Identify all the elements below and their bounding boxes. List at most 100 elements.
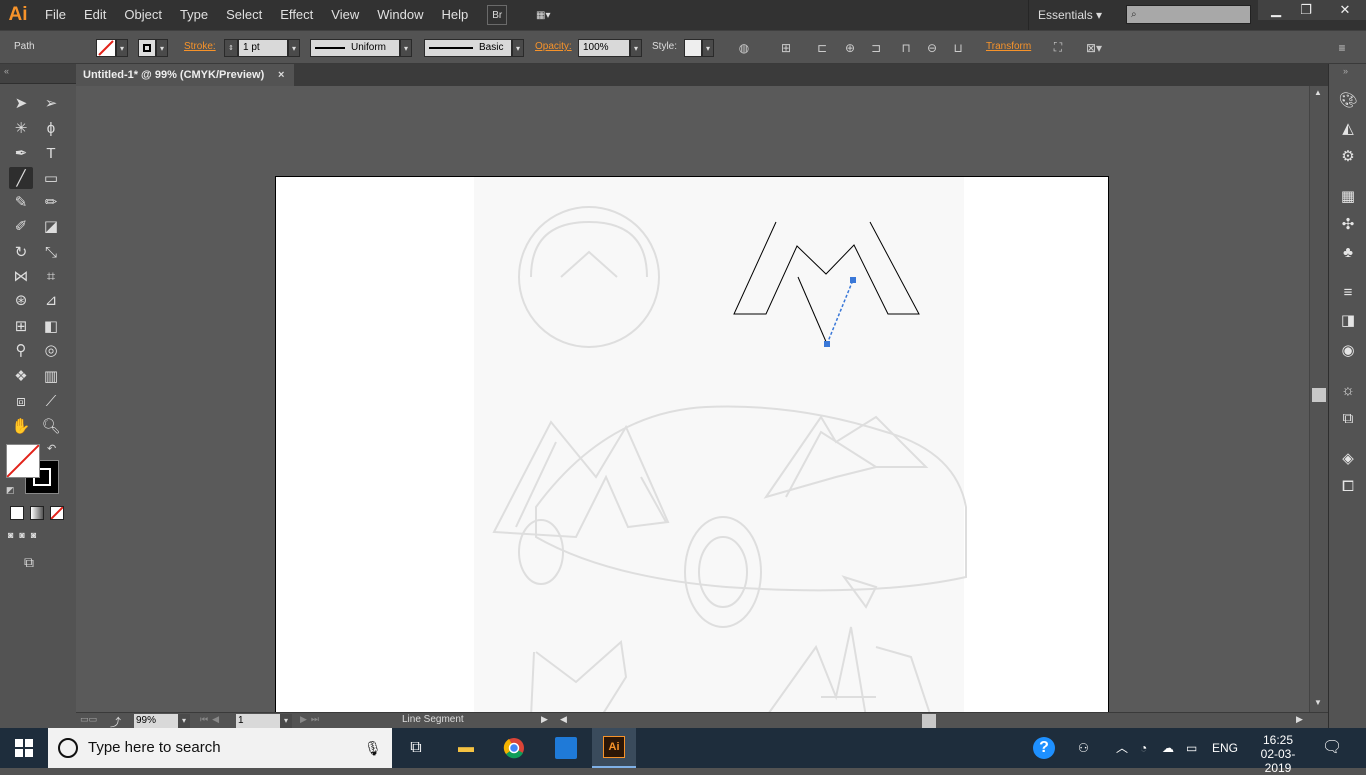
stroke-weight-stepper[interactable]: ⇕ bbox=[224, 39, 238, 57]
scroll-right-icon[interactable]: ▶ bbox=[1296, 714, 1303, 725]
hand-tool-icon[interactable]: ✋ bbox=[9, 415, 33, 437]
menu-type[interactable]: Type bbox=[171, 0, 217, 30]
appearance-icon[interactable]: ☼ bbox=[1338, 380, 1358, 400]
symbol-sprayer-tool-icon[interactable]: ❖ bbox=[9, 365, 33, 387]
taskbar-search-box[interactable]: Type here to search 🎙︎ bbox=[48, 728, 392, 768]
brushes-icon[interactable]: ✣ bbox=[1338, 214, 1358, 234]
brush-dropdown[interactable]: ▾ bbox=[512, 39, 524, 57]
menu-object[interactable]: Object bbox=[115, 0, 171, 30]
pen-tool-icon[interactable]: ✒ bbox=[9, 142, 33, 164]
pencil-tool-icon[interactable]: ✏ bbox=[39, 191, 63, 213]
artboard[interactable] bbox=[275, 176, 1109, 712]
scroll-left-icon[interactable]: ◀ bbox=[560, 714, 567, 725]
canvas[interactable] bbox=[76, 86, 1309, 712]
menu-select[interactable]: Select bbox=[217, 0, 271, 30]
perspective-grid-tool-icon[interactable]: ⊿ bbox=[39, 289, 63, 311]
horizontal-scroll-thumb[interactable] bbox=[922, 714, 936, 728]
align-vertical-center-icon[interactable]: ⊖ bbox=[924, 39, 940, 56]
opacity-field[interactable]: 100% bbox=[578, 39, 630, 57]
none-mode-button[interactable] bbox=[50, 506, 64, 520]
transform-link[interactable]: Transform bbox=[986, 41, 1031, 52]
zoom-field[interactable]: 99% bbox=[134, 714, 178, 728]
file-explorer-icon[interactable]: ▬ bbox=[450, 732, 482, 764]
color-guide-icon[interactable]: 🎨︎ bbox=[1338, 90, 1358, 110]
stroke-weight-field[interactable]: 1 pt bbox=[238, 39, 288, 57]
arrange-documents-icon[interactable]: ▦▾ bbox=[529, 5, 557, 25]
menu-edit[interactable]: Edit bbox=[75, 0, 115, 30]
selection-tool-icon[interactable]: ➤ bbox=[9, 92, 33, 114]
eyedropper-tool-icon[interactable]: ⚲ bbox=[9, 339, 33, 361]
recolor-artwork-icon[interactable]: ◍ bbox=[736, 39, 752, 56]
task-view-icon[interactable]: ⧉ bbox=[400, 732, 432, 764]
screen-mode-icon[interactable]: ⧉ bbox=[24, 554, 34, 571]
swatches-icon[interactable]: ▦ bbox=[1338, 186, 1358, 206]
collapse-icon[interactable]: « bbox=[4, 66, 9, 76]
swap-fill-stroke-icon[interactable]: ↶ bbox=[47, 442, 56, 455]
column-graph-tool-icon[interactable]: ▥ bbox=[39, 365, 63, 387]
menu-help[interactable]: Help bbox=[432, 0, 477, 30]
zoom-dropdown[interactable]: ▾ bbox=[178, 714, 190, 728]
brush-definition[interactable]: Basic bbox=[424, 39, 512, 57]
layers-icon[interactable]: ◈ bbox=[1338, 448, 1358, 468]
align-left-icon[interactable]: ⊏ bbox=[814, 39, 830, 56]
gradient-mode-button[interactable] bbox=[30, 506, 44, 520]
align-horizontal-center-icon[interactable]: ⊕ bbox=[842, 39, 858, 56]
align-to-icon[interactable]: ⊞ bbox=[778, 39, 794, 56]
artboard-number-field[interactable]: 1 bbox=[236, 714, 280, 728]
default-colors-icon[interactable]: ◩ bbox=[6, 485, 15, 496]
tab-document[interactable]: Untitled-1* @ 99% (CMYK/Preview) × bbox=[76, 64, 294, 86]
drawing-modes-icon[interactable]: ◙◙◙ bbox=[8, 530, 68, 544]
show-hidden-icons[interactable]: ︿ bbox=[1116, 728, 1128, 768]
bridge-button[interactable]: Br bbox=[487, 5, 508, 25]
menu-view[interactable]: View bbox=[322, 0, 368, 30]
windows-start-icon[interactable] bbox=[8, 732, 40, 764]
zoom-tool-icon[interactable]: 🔍︎ bbox=[39, 415, 63, 437]
gpu-icon[interactable]: ▭▭ bbox=[80, 714, 97, 725]
direct-selection-tool-icon[interactable]: ➢ bbox=[39, 92, 63, 114]
notifications-icon[interactable]: 🗨︎ bbox=[1322, 728, 1342, 768]
opacity-label[interactable]: Opacity: bbox=[535, 41, 572, 52]
close-tab-icon[interactable]: × bbox=[278, 64, 284, 86]
scroll-down-icon[interactable]: ▼ bbox=[1314, 698, 1322, 707]
people-icon[interactable]: ⚇ bbox=[1078, 728, 1089, 768]
microphone-icon[interactable]: 🎙︎ bbox=[364, 728, 382, 768]
language-indicator[interactable]: ENG bbox=[1212, 728, 1238, 768]
vertical-scroll-thumb[interactable] bbox=[1312, 388, 1326, 402]
blob-brush-tool-icon[interactable]: ✐ bbox=[9, 215, 33, 237]
battery-icon[interactable]: ▭ bbox=[1186, 728, 1197, 768]
fill-swatch[interactable] bbox=[96, 39, 116, 57]
fill-dropdown[interactable]: ▾ bbox=[116, 39, 128, 57]
chrome-icon[interactable] bbox=[498, 732, 530, 764]
fill-color-swatch[interactable] bbox=[6, 444, 40, 478]
stroke-panel-icon[interactable]: ≡ bbox=[1338, 282, 1358, 302]
clock[interactable]: 16:25 02-03-2019 bbox=[1250, 728, 1306, 775]
free-transform-tool-icon[interactable]: ⌗ bbox=[39, 265, 63, 287]
store-icon[interactable] bbox=[550, 732, 582, 764]
close-window-button[interactable]: ✕ bbox=[1324, 0, 1366, 20]
help-search-input[interactable]: ⌕ bbox=[1126, 5, 1251, 24]
help-icon[interactable]: ? bbox=[1028, 732, 1060, 764]
lasso-tool-icon[interactable]: ϕ bbox=[39, 117, 63, 139]
gradient-tool-icon[interactable]: ◧ bbox=[39, 315, 63, 337]
gradient-panel-icon[interactable]: ◨ bbox=[1338, 310, 1358, 330]
width-tool-icon[interactable]: ⋈ bbox=[9, 265, 33, 287]
panel-menu-icon[interactable]: ≡ bbox=[1334, 39, 1350, 56]
menu-file[interactable]: File bbox=[36, 0, 75, 30]
eraser-tool-icon[interactable]: ◪ bbox=[39, 215, 63, 237]
scale-tool-icon[interactable]: ⤡ bbox=[39, 241, 63, 263]
expand-panels-icon[interactable]: » bbox=[1343, 66, 1348, 76]
color-mode-button[interactable] bbox=[10, 506, 24, 520]
profile-dropdown[interactable]: ▾ bbox=[400, 39, 412, 57]
color-panel-icon[interactable]: ◭ bbox=[1338, 118, 1358, 138]
stroke-label[interactable]: Stroke: bbox=[184, 41, 216, 52]
isolate-icon[interactable]: ⛶ bbox=[1050, 39, 1066, 56]
rectangle-tool-icon[interactable]: ▭ bbox=[39, 167, 63, 189]
restore-button[interactable]: ❐ bbox=[1288, 0, 1324, 20]
rotate-tool-icon[interactable]: ↻ bbox=[9, 241, 33, 263]
shape-builder-tool-icon[interactable]: ⊛ bbox=[9, 289, 33, 311]
stroke-dropdown[interactable]: ▾ bbox=[156, 39, 168, 57]
onedrive-icon[interactable]: ☁ bbox=[1162, 728, 1174, 768]
line-segment-tool-icon[interactable]: ╱ bbox=[9, 167, 33, 189]
artboard-tool-icon[interactable]: ⧈ bbox=[9, 390, 33, 412]
style-dropdown[interactable]: ▾ bbox=[702, 39, 714, 57]
